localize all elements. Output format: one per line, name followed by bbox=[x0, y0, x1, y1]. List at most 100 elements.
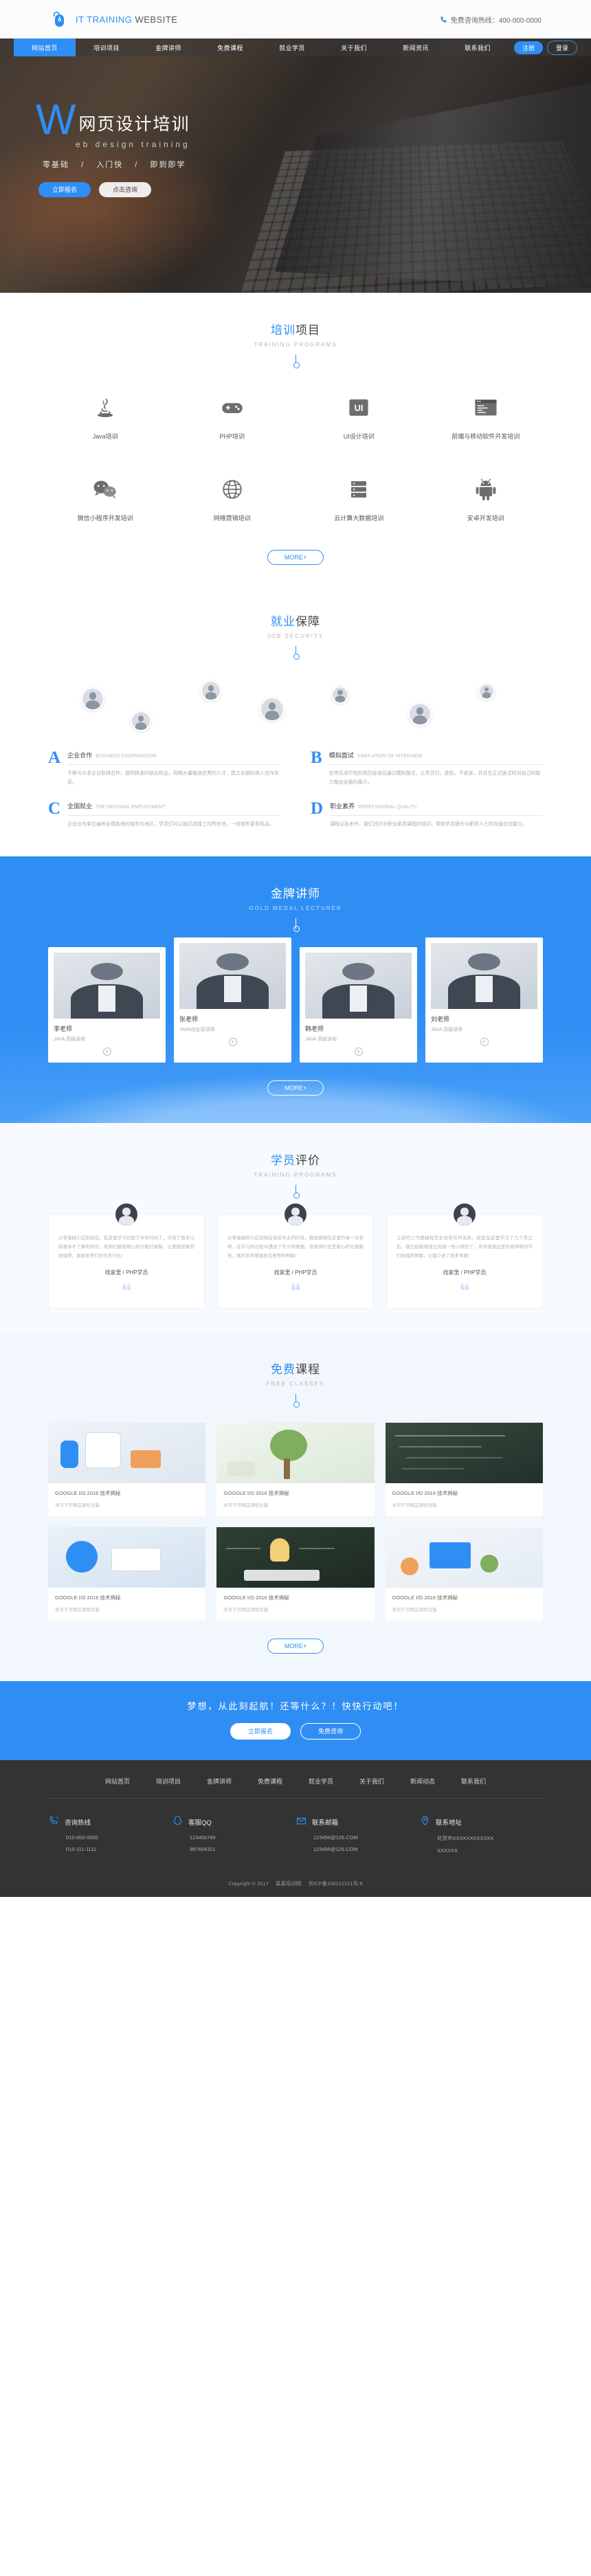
footer-column-email: 联系邮箱 123456@126.COM 123456@126.COM bbox=[296, 1815, 419, 1854]
job-item-en: THE NATIONAL EMPLOYMENT bbox=[96, 804, 166, 810]
nav-item-free-classes[interactable]: 免费课程 bbox=[199, 38, 261, 56]
avatar bbox=[283, 1201, 308, 1227]
class-title: GOOGLE I/O 2016 技术揭秘 bbox=[223, 1489, 289, 1496]
chevron-down-icon[interactable]: ▾ bbox=[354, 1047, 363, 1056]
chevron-down-icon[interactable]: ▾ bbox=[228, 1037, 237, 1046]
lecturers-section: 金牌讲师 GOLD MEDAL LECTURER 李老师 JAVA 高级讲师 ▾… bbox=[0, 856, 591, 1123]
site-name: 某某培训网 bbox=[275, 1880, 302, 1887]
job-security-item: D 职业素养 PROFESSIONAL QUALITY 课程以技术外，我们还针对职… bbox=[311, 800, 543, 829]
nav-item-about[interactable]: 关于我们 bbox=[323, 38, 385, 56]
review-card: 从零基础小白到现在，在这里学习已经了半年时间了，学到了很多以前根本不了解的知识，… bbox=[48, 1201, 205, 1309]
class-card[interactable]: GOOGLE I/O 2016 技术揭秘 本月干货精品课程合集 bbox=[48, 1422, 206, 1516]
job-item-desc: 课程以技术外，我们还针对职业素质课程的培训，帮助学员提升与职场人士的沟通交往能力… bbox=[330, 821, 528, 827]
free-classes-more-button[interactable]: MORE+ bbox=[267, 1638, 324, 1654]
location-pin-icon bbox=[419, 1815, 431, 1829]
footer-link-students[interactable]: 就业学员 bbox=[309, 1777, 333, 1786]
program-card[interactable]: 安卓开发培训 bbox=[429, 465, 544, 532]
lecturer-role: JAVA 高级讲师 bbox=[305, 1036, 337, 1042]
lecturer-photo bbox=[305, 952, 412, 1019]
reviews-title-rest: 评价 bbox=[296, 1153, 320, 1167]
footer-link-free-classes[interactable]: 免费课程 bbox=[258, 1777, 282, 1786]
divider bbox=[67, 814, 280, 816]
class-card[interactable]: GOOGLE I/O 2016 技术揭秘 本月干货精品课程合集 bbox=[216, 1526, 375, 1621]
program-card[interactable]: 云计算大数据培训 bbox=[302, 465, 416, 532]
nav-item-students[interactable]: 就业学员 bbox=[261, 38, 323, 56]
program-card[interactable]: 前端与移动软件开发培训 bbox=[429, 384, 544, 450]
hero-consult-button[interactable]: 点击咨询 bbox=[99, 181, 151, 197]
hero-tag-1: 入门快 bbox=[96, 160, 124, 169]
job-item-name: 职业素养 bbox=[330, 802, 355, 810]
hero-title-cn: 网页设计培训 bbox=[78, 114, 190, 134]
brand[interactable]: IT TRAINING WEBSITE bbox=[49, 9, 177, 30]
wechat-icon bbox=[52, 475, 159, 504]
lecturer-card[interactable]: 李老师 JAVA 高级讲师 ▾ bbox=[48, 946, 166, 1063]
chevron-down-icon[interactable]: ▾ bbox=[480, 1037, 489, 1046]
footer-link-news[interactable]: 新闻动态 bbox=[410, 1777, 435, 1786]
java-icon bbox=[52, 393, 159, 422]
avatar bbox=[260, 697, 285, 722]
lecturer-photo bbox=[179, 942, 286, 1009]
nav-item-home[interactable]: 网站首页 bbox=[14, 38, 76, 56]
program-name: 网络营销培训 bbox=[213, 515, 251, 522]
nav-label: 培训项目 bbox=[93, 44, 120, 52]
mail-icon bbox=[296, 1815, 307, 1829]
footer-link-lecturers[interactable]: 金牌讲师 bbox=[207, 1777, 232, 1786]
nav-item-contact[interactable]: 联系我们 bbox=[447, 38, 509, 56]
nav-item-programs[interactable]: 培训项目 bbox=[76, 38, 137, 56]
login-button[interactable]: 登录 bbox=[547, 40, 578, 55]
footer-link-contact[interactable]: 联系我们 bbox=[461, 1777, 486, 1786]
lecturer-card[interactable]: 韩老师 JAVA 高级讲师 ▾ bbox=[300, 946, 417, 1063]
nav-item-news[interactable]: 新闻资讯 bbox=[385, 38, 447, 56]
class-card[interactable]: GOOGLE I/O 2016 技术揭秘 本月干货精品课程合集 bbox=[385, 1526, 543, 1621]
cta-consult-button[interactable]: 免费咨询 bbox=[300, 1722, 361, 1740]
nav-label: 联系我们 bbox=[465, 44, 491, 52]
footer-column-qq: 客服QQ 123456789 987654321 bbox=[172, 1815, 296, 1854]
job-security-item: A 企业合作 BUSINESS COOPERATION 不断与众多企业取得合作，提… bbox=[48, 749, 280, 788]
footer-link-about[interactable]: 关于我们 bbox=[359, 1777, 384, 1786]
brand-primary: IT TRAINING bbox=[76, 14, 133, 25]
avatar bbox=[131, 711, 151, 731]
nav-label: 网站首页 bbox=[32, 44, 58, 52]
class-thumbnail bbox=[216, 1526, 375, 1588]
cta-signup-button[interactable]: 立即报名 bbox=[230, 1722, 291, 1740]
program-card[interactable]: PHP培训 bbox=[175, 384, 290, 450]
class-card[interactable]: GOOGLE I/O 2016 技术揭秘 本月干货精品课程合集 bbox=[385, 1422, 543, 1516]
class-title: GOOGLE I/O 2016 技术揭秘 bbox=[223, 1594, 289, 1601]
program-card[interactable]: 网络营销培训 bbox=[175, 465, 290, 532]
hero-tag-sep: / bbox=[135, 160, 139, 169]
program-card[interactable]: UI UI设计培训 bbox=[302, 384, 416, 450]
nav-item-lecturers[interactable]: 金牌讲师 bbox=[137, 38, 199, 56]
job-letter: D bbox=[311, 799, 324, 818]
brand-text: IT TRAINING WEBSITE bbox=[76, 14, 177, 25]
lecturer-card[interactable]: 张老师 JAVA创业班讲师 ▾ bbox=[174, 937, 291, 1063]
footer-column-line: 987654321 bbox=[190, 1845, 216, 1852]
copyright-text: Copyright © 2017 bbox=[228, 1880, 269, 1887]
lecturers-title-en: GOLD MEDAL LECTURER bbox=[249, 904, 342, 911]
footer-column-line: 123456@126.COM bbox=[313, 1845, 358, 1852]
chevron-down-icon[interactable]: ▾ bbox=[102, 1047, 111, 1056]
programs-more-button[interactable]: MORE+ bbox=[267, 550, 324, 565]
job-item-en: PROFESSIONAL QUALITY bbox=[358, 804, 418, 810]
class-card[interactable]: GOOGLE I/O 2016 技术揭秘 本月干货精品课程合集 bbox=[216, 1422, 375, 1516]
job-title-rest: 保障 bbox=[296, 615, 320, 628]
icp-number[interactable]: 京ICP备100122221号-6 bbox=[308, 1880, 362, 1887]
footer-link-home[interactable]: 网站首页 bbox=[105, 1777, 130, 1786]
review-author: 找家里 / PHP学员 bbox=[104, 1269, 148, 1276]
hero-signup-button[interactable]: 立即报名 bbox=[38, 181, 91, 197]
program-card[interactable]: 微信小程序开发培训 bbox=[48, 465, 163, 532]
copyright-bar: Copyright © 2017 某某培训网 京ICP备100122221号-6 bbox=[0, 1871, 591, 1897]
program-card[interactable]: Java培训 bbox=[48, 384, 163, 450]
program-name: 前端与移动软件开发培训 bbox=[451, 433, 520, 440]
job-security-item: B 模拟面试 SIMULATION OF INTERVIEW 在学员进行完的简历投… bbox=[311, 749, 543, 788]
lecturer-name: 李老师 bbox=[54, 1025, 73, 1032]
class-title: GOOGLE I/O 2016 技术揭秘 bbox=[55, 1594, 121, 1601]
lecturer-photo bbox=[54, 952, 160, 1019]
register-button[interactable]: 注册 bbox=[514, 41, 544, 54]
job-avatar-cluster bbox=[48, 679, 543, 745]
class-card[interactable]: GOOGLE I/O 2016 技术揭秘 本月干货精品课程合集 bbox=[48, 1526, 206, 1621]
reviews-section: 学员评价 TRAINING PROGRAMS 从零基础小白到现在，在这里学习已经… bbox=[0, 1122, 591, 1332]
php-gamepad-icon bbox=[179, 393, 286, 422]
class-thumbnail bbox=[216, 1422, 375, 1483]
footer-link-programs[interactable]: 培训项目 bbox=[156, 1777, 181, 1786]
lecturer-card[interactable]: 刘老师 JAVA 高级讲师 ▾ bbox=[425, 937, 543, 1063]
